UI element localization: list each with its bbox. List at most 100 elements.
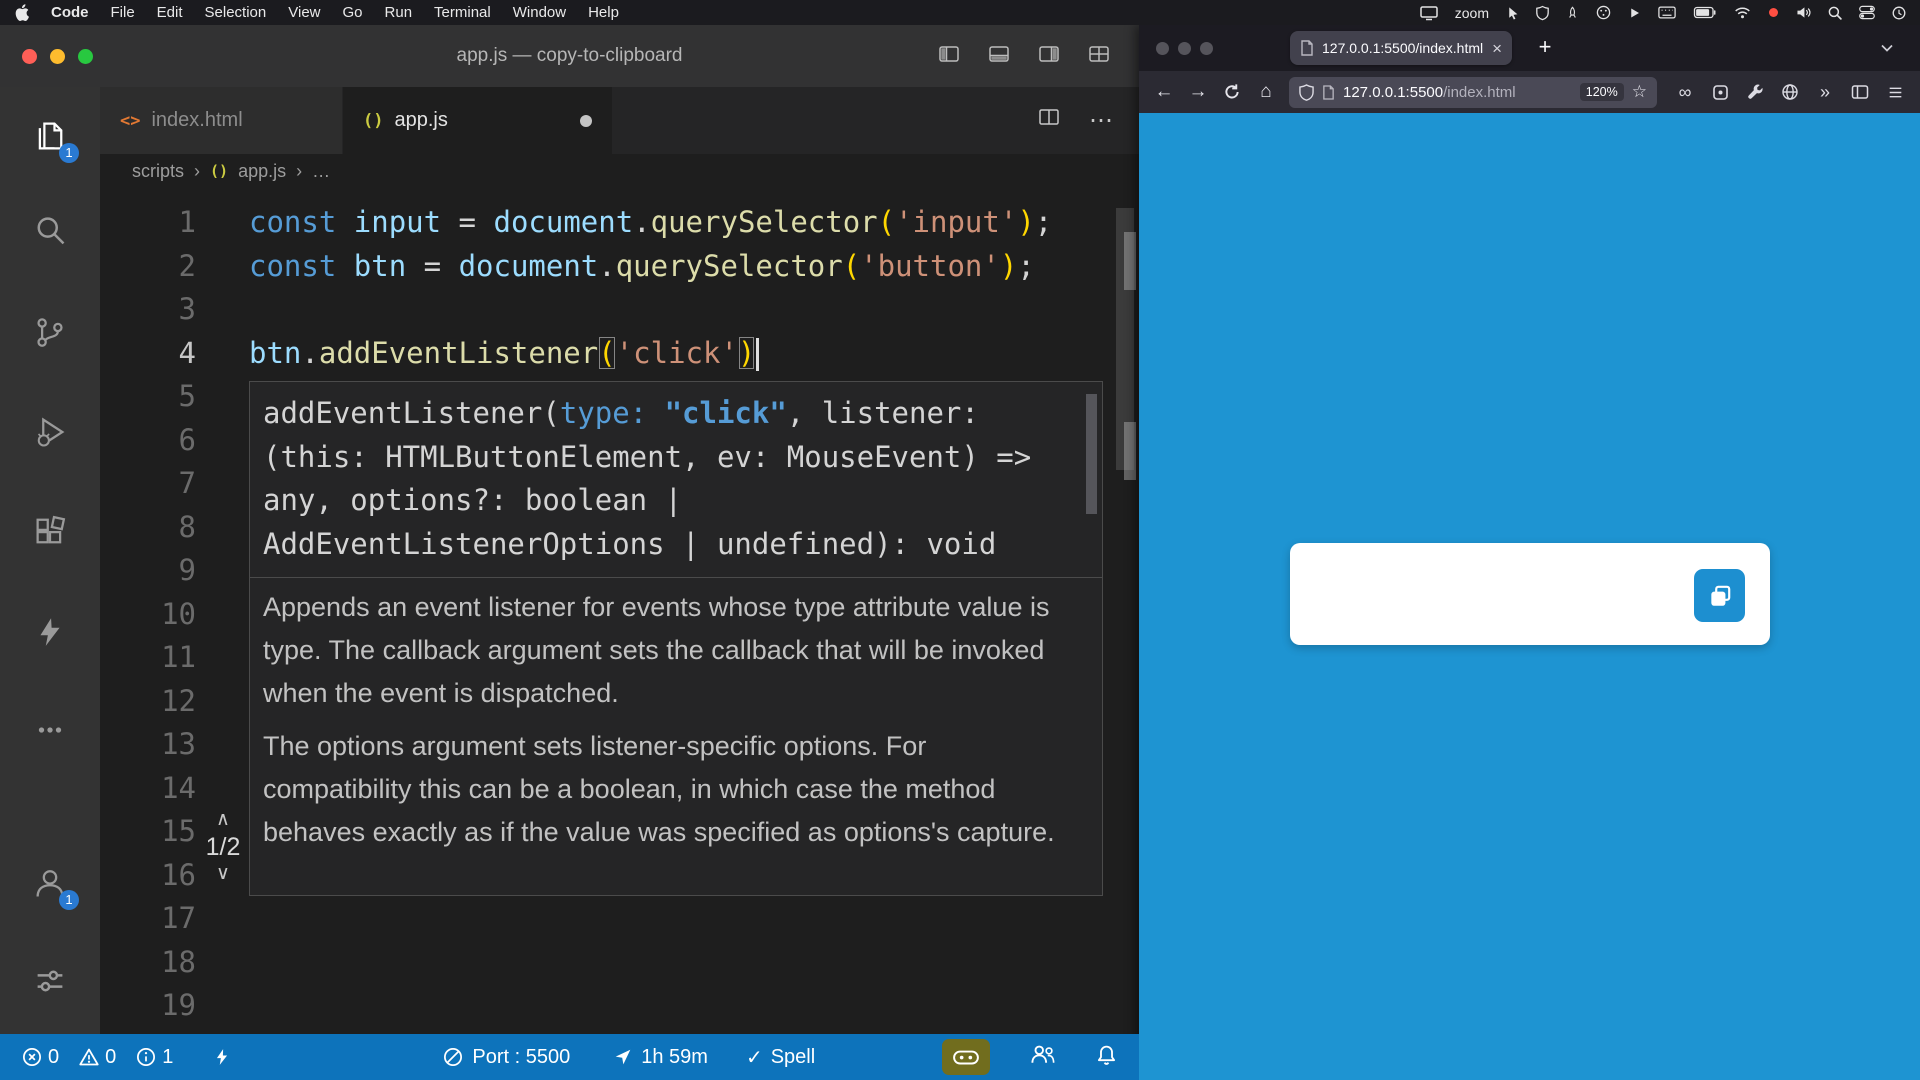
back-button[interactable]: ← — [1147, 76, 1181, 108]
extension-icon[interactable] — [1705, 77, 1735, 107]
search-icon[interactable] — [26, 207, 74, 255]
play-icon[interactable] — [1628, 0, 1641, 25]
rocket-icon[interactable] — [1566, 0, 1579, 25]
browser-tab[interactable]: 127.0.0.1:5500/index.html × — [1290, 31, 1512, 65]
menu-item-edit[interactable]: Edit — [157, 4, 183, 21]
previous-signature-icon[interactable]: ∧ — [200, 809, 246, 831]
menu-item-help[interactable]: Help — [588, 4, 619, 21]
zoom-level-badge[interactable]: 120% — [1580, 83, 1624, 101]
sidebar-toggle-icon[interactable] — [1845, 77, 1875, 107]
wifi-icon[interactable] — [1734, 0, 1751, 25]
clock-menu-icon[interactable] — [1892, 0, 1906, 25]
text-input[interactable] — [1308, 551, 1678, 637]
code-line[interactable] — [249, 984, 1109, 1028]
wrench-extension-icon[interactable] — [1740, 77, 1770, 107]
menu-item-selection[interactable]: Selection — [205, 4, 267, 21]
reload-button[interactable] — [1215, 76, 1249, 108]
apple-menu-icon[interactable] — [14, 0, 29, 25]
spotlight-icon[interactable] — [1828, 0, 1842, 25]
tab-index-html[interactable]: <> index.html — [100, 87, 343, 154]
toggle-primary-sidebar-icon[interactable] — [937, 42, 961, 71]
address-bar[interactable]: 127.0.0.1:5500/index.html 120% ☆ — [1289, 77, 1657, 108]
breadcrumb-file[interactable]: app.js — [238, 161, 286, 182]
time-tracker[interactable]: 1h 59m — [614, 1046, 708, 1069]
menu-item-run[interactable]: Run — [385, 4, 413, 21]
unsaved-changes-dot[interactable] — [580, 115, 592, 127]
run-debug-icon[interactable] — [26, 408, 74, 456]
code-line[interactable] — [249, 897, 1109, 941]
copy-button[interactable] — [1694, 569, 1745, 622]
keyboard-icon[interactable] — [1658, 0, 1676, 25]
tab-label: index.html — [151, 109, 242, 132]
code-token: ; — [1017, 249, 1034, 283]
live-server-port[interactable]: Port : 5500 — [443, 1046, 570, 1069]
line-number: 7 — [100, 462, 196, 506]
source-control-icon[interactable] — [26, 308, 74, 356]
toggle-panel-icon[interactable] — [987, 42, 1011, 71]
more-actions-icon[interactable]: ⋯ — [1089, 106, 1113, 135]
tracking-protection-shield-icon[interactable] — [1299, 84, 1314, 101]
control-center-icon[interactable] — [1859, 0, 1875, 25]
code-editor[interactable]: 12345678910111213141516171819 const inpu… — [100, 188, 1139, 1034]
notifications-bell-icon[interactable] — [1096, 1044, 1117, 1071]
url-text[interactable]: 127.0.0.1:5500/index.html — [1343, 84, 1516, 101]
copilot-status[interactable] — [942, 1039, 990, 1075]
code-line[interactable] — [249, 941, 1109, 985]
spell-checker[interactable]: ✓ Spell — [746, 1045, 815, 1070]
menu-item-go[interactable]: Go — [343, 4, 363, 21]
overflow-menu-icon[interactable]: » — [1810, 77, 1840, 107]
menu-item-terminal[interactable]: Terminal — [434, 4, 491, 21]
code-line[interactable] — [249, 288, 1109, 332]
forward-button[interactable]: → — [1181, 76, 1215, 108]
pointer-icon[interactable] — [1506, 0, 1519, 25]
menu-app-name[interactable]: Code — [51, 4, 89, 21]
code-token: . — [633, 205, 650, 239]
zoom-menu-label[interactable]: zoom — [1455, 0, 1489, 25]
infinity-extension-icon[interactable]: ∞ — [1670, 77, 1700, 107]
editor-scrollbar[interactable] — [1111, 188, 1139, 1034]
new-tab-button[interactable]: + — [1531, 34, 1559, 62]
code-line[interactable]: const input = document.querySelector('in… — [249, 201, 1109, 245]
close-window-button[interactable] — [22, 49, 37, 64]
settings-icon[interactable] — [26, 957, 74, 1005]
signature-scrollbar-thumb[interactable] — [1086, 394, 1097, 514]
toggle-secondary-sidebar-icon[interactable] — [1037, 42, 1061, 71]
zoom-window-button[interactable] — [1200, 42, 1213, 55]
shield-menu-icon[interactable] — [1536, 0, 1549, 25]
close-tab-icon[interactable]: × — [1492, 40, 1502, 57]
breadcrumb-symbol[interactable]: … — [312, 161, 330, 182]
globe-extension-icon[interactable] — [1775, 77, 1805, 107]
close-window-button[interactable] — [1156, 42, 1169, 55]
problems-indicator[interactable]: 0 0 1 — [22, 1046, 187, 1069]
next-signature-icon[interactable]: ∨ — [200, 863, 246, 885]
menu-item-file[interactable]: File — [111, 4, 135, 21]
home-button[interactable]: ⌂ — [1249, 76, 1283, 108]
breadcrumb-folder[interactable]: scripts — [132, 161, 184, 182]
accounts-icon[interactable]: 1 — [26, 859, 74, 907]
minimize-window-button[interactable] — [1178, 42, 1191, 55]
firefox-tab-bar[interactable]: 127.0.0.1:5500/index.html × + — [1139, 25, 1920, 71]
tab-app-js[interactable]: () app.js — [343, 87, 612, 154]
bolt-status-icon[interactable] — [213, 1046, 231, 1068]
accounts-status-icon[interactable] — [1030, 1044, 1056, 1070]
vscode-titlebar[interactable]: app.js — copy-to-clipboard — [0, 25, 1139, 87]
zoom-window-button[interactable] — [78, 49, 93, 64]
list-all-tabs-icon[interactable] — [1880, 41, 1894, 60]
code-line[interactable]: btn.addEventListener('click') — [249, 332, 1109, 376]
application-menu-icon[interactable] — [1880, 77, 1910, 107]
extensions-icon[interactable] — [26, 507, 74, 555]
minimize-window-button[interactable] — [50, 49, 65, 64]
screen-mirroring-icon[interactable] — [1420, 0, 1438, 25]
menu-item-view[interactable]: View — [288, 4, 320, 21]
explorer-icon[interactable]: 1 — [26, 112, 74, 160]
code-line[interactable]: const btn = document.querySelector('butt… — [249, 245, 1109, 289]
site-info-icon[interactable] — [1322, 85, 1335, 100]
bookmark-star-icon[interactable]: ☆ — [1632, 82, 1647, 102]
split-editor-icon[interactable] — [1037, 105, 1061, 136]
volume-icon[interactable] — [1796, 0, 1811, 25]
customize-layout-icon[interactable] — [1087, 42, 1111, 71]
menu-item-window[interactable]: Window — [513, 4, 566, 21]
more-views-icon[interactable] — [26, 706, 74, 754]
lightning-extension-icon[interactable] — [26, 608, 74, 656]
palette-icon[interactable] — [1596, 0, 1611, 25]
